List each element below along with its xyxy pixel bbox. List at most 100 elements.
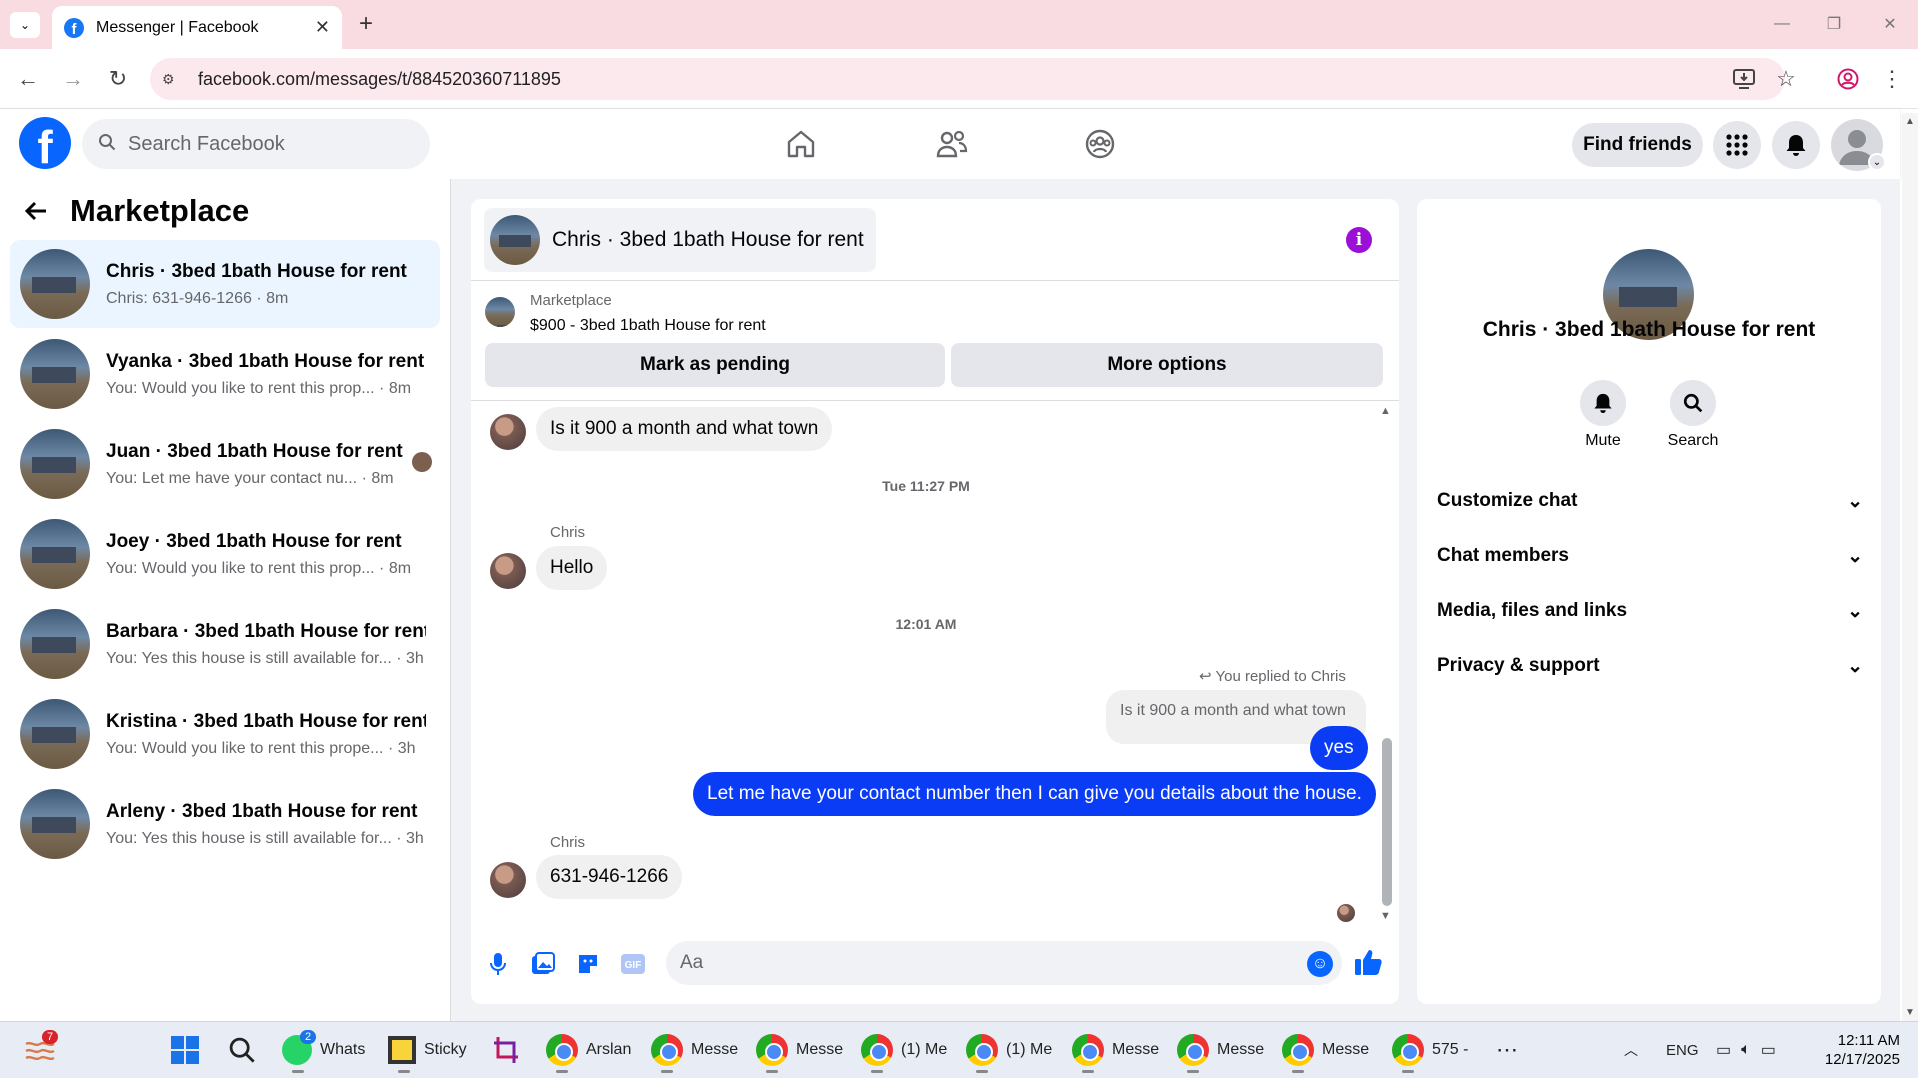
listing-thumbnail bbox=[490, 215, 540, 265]
incoming-message[interactable]: Hello bbox=[536, 546, 608, 590]
find-friends-button[interactable]: Find friends bbox=[1572, 123, 1703, 167]
emoji-icon[interactable]: ☺ bbox=[1307, 951, 1333, 977]
sender-avatar[interactable] bbox=[490, 862, 526, 898]
system-tray-chevron-icon[interactable]: ︿ bbox=[1624, 1030, 1638, 1070]
panel-title: Marketplace bbox=[70, 193, 250, 228]
conversation-item[interactable]: Vyanka · 3bed 1bath House for rent You: W… bbox=[10, 330, 440, 418]
tab-search-dropdown-icon[interactable]: ⌄ bbox=[10, 12, 40, 38]
chevron-down-icon: ⌄ bbox=[1847, 545, 1863, 567]
sender-avatar[interactable] bbox=[490, 553, 526, 589]
home-icon[interactable] bbox=[777, 120, 825, 168]
message-input[interactable]: Aa bbox=[666, 941, 1342, 985]
notifications-bell-icon[interactable] bbox=[1772, 121, 1820, 169]
close-window-icon[interactable]: ✕ bbox=[1870, 10, 1910, 38]
mark-as-pending-button[interactable]: Mark as pending bbox=[485, 343, 945, 387]
browser-menu-icon[interactable]: ⋮ bbox=[1876, 63, 1908, 95]
conversation-item[interactable]: Chris · 3bed 1bath House for rent Chris: … bbox=[10, 240, 440, 328]
language-indicator[interactable]: ENG bbox=[1666, 1030, 1699, 1070]
taskbar-app-label: Messe bbox=[1217, 1041, 1265, 1058]
mute-label[interactable]: Mute bbox=[1558, 432, 1648, 450]
taskbar-app-whatsapp[interactable]: Whats 2 bbox=[282, 1030, 365, 1073]
start-button[interactable] bbox=[170, 1030, 200, 1070]
outgoing-message[interactable]: Let me have your contact number then I c… bbox=[693, 772, 1376, 816]
section-title: Media, files and links bbox=[1437, 600, 1628, 621]
chrome-icon bbox=[1177, 1034, 1209, 1066]
conversation-item[interactable]: Kristina · 3bed 1bath House for rent You:… bbox=[10, 690, 440, 778]
seen-avatar bbox=[412, 452, 432, 472]
new-tab-button[interactable]: + bbox=[352, 10, 380, 38]
back-icon[interactable]: ← bbox=[12, 63, 44, 95]
profile-icon[interactable] bbox=[1832, 63, 1864, 95]
taskbar-search-icon[interactable] bbox=[228, 1030, 256, 1070]
taskbar-app-chrome[interactable]: Messe bbox=[756, 1030, 846, 1073]
taskbar-app-chrome[interactable]: Messe bbox=[651, 1030, 741, 1073]
tray-icons[interactable]: ▭ 🔈︎ ▭ bbox=[1716, 1030, 1776, 1070]
incoming-message[interactable]: 631-946-1266 bbox=[536, 855, 683, 899]
install-app-icon[interactable] bbox=[1728, 63, 1760, 95]
conversation-preview: You: Would you like to rent this prope..… bbox=[106, 739, 416, 757]
conversation-item[interactable]: Juan · 3bed 1bath House for rent You: Let… bbox=[10, 420, 440, 508]
taskbar-app-chrome[interactable]: (1) Me bbox=[861, 1030, 951, 1073]
chrome-icon bbox=[651, 1034, 683, 1066]
facebook-logo[interactable]: f bbox=[19, 117, 71, 169]
chrome-icon bbox=[1392, 1034, 1424, 1066]
clock[interactable]: 12:11 AM 12/17/2025 bbox=[1810, 1031, 1900, 1069]
like-thumb-icon[interactable] bbox=[1354, 948, 1386, 978]
microphone-icon[interactable] bbox=[484, 950, 512, 978]
customize-chat-section[interactable]: Customize chat ⌄ bbox=[1437, 481, 1863, 521]
conversation-item[interactable]: Arleny · 3bed 1bath House for rent You: Y… bbox=[10, 780, 440, 868]
listing-title[interactable]: $900 - 3bed 1bath House for rent bbox=[530, 317, 766, 335]
media-files-links-section[interactable]: Media, files and links ⌄ bbox=[1437, 591, 1863, 631]
outgoing-message[interactable]: yes bbox=[1310, 726, 1368, 770]
photo-icon[interactable] bbox=[529, 950, 557, 978]
close-tab-icon[interactable]: ✕ bbox=[315, 17, 330, 38]
chat-scroll-down-icon[interactable]: ▼ bbox=[1380, 910, 1391, 922]
reload-icon[interactable]: ↻ bbox=[102, 63, 134, 95]
chrome-icon bbox=[1072, 1034, 1104, 1066]
search-in-chat-icon[interactable] bbox=[1670, 380, 1716, 426]
taskbar-app-chrome[interactable]: 575 - bbox=[1392, 1030, 1482, 1073]
incoming-message[interactable]: Is it 900 a month and what town bbox=[536, 407, 833, 451]
taskbar-app-chrome[interactable]: Arslan bbox=[546, 1030, 636, 1073]
address-bar[interactable]: ⚙ facebook.com/messages/t/88452036071189… bbox=[150, 58, 1785, 100]
bookmark-star-icon[interactable]: ☆ bbox=[1770, 63, 1802, 95]
gif-icon[interactable]: GIF bbox=[619, 950, 647, 978]
facebook-search-input[interactable]: Search Facebook bbox=[82, 119, 430, 169]
search-label[interactable]: Search bbox=[1648, 432, 1738, 450]
forward-icon[interactable]: → bbox=[57, 63, 89, 95]
info-icon[interactable]: i bbox=[1346, 227, 1372, 253]
taskbar-app-chrome[interactable]: Messe bbox=[1282, 1030, 1372, 1073]
section-title: Chat members bbox=[1437, 545, 1569, 566]
sender-avatar[interactable] bbox=[490, 414, 526, 450]
snipping-tool-icon[interactable] bbox=[492, 1030, 522, 1070]
privacy-support-section[interactable]: Privacy & support ⌄ bbox=[1437, 646, 1863, 686]
taskbar-app-sticky[interactable]: Sticky bbox=[388, 1030, 476, 1073]
page-scrollbar[interactable]: ▲ ▼ bbox=[1902, 113, 1918, 1021]
conversation-item[interactable]: Joey · 3bed 1bath House for rent You: Wou… bbox=[10, 510, 440, 598]
scroll-up-icon[interactable]: ▲ bbox=[1905, 116, 1915, 127]
chat-scroll-up-icon[interactable]: ▲ bbox=[1380, 405, 1391, 417]
taskbar-app-chrome[interactable]: (1) Me bbox=[966, 1030, 1056, 1073]
back-arrow-icon[interactable] bbox=[24, 197, 48, 229]
taskbar-app-chrome[interactable]: Messe bbox=[1072, 1030, 1162, 1073]
conversation-item[interactable]: Barbara · 3bed 1bath House for rent You: … bbox=[10, 600, 440, 688]
restore-icon[interactable]: ❐ bbox=[1814, 10, 1854, 38]
sticker-icon[interactable] bbox=[574, 950, 602, 978]
site-info-icon[interactable]: ⚙ bbox=[162, 71, 184, 88]
scroll-down-icon[interactable]: ▼ bbox=[1905, 1007, 1915, 1018]
more-options-button[interactable]: More options bbox=[951, 343, 1383, 387]
browser-tab[interactable]: f Messenger | Facebook ✕ bbox=[52, 6, 342, 49]
chat-members-section[interactable]: Chat members ⌄ bbox=[1437, 536, 1863, 576]
chat-scrollbar[interactable] bbox=[1382, 738, 1392, 906]
mute-bell-icon[interactable] bbox=[1580, 380, 1626, 426]
weather-widget[interactable]: 7 bbox=[24, 1030, 59, 1070]
friends-icon[interactable] bbox=[928, 120, 976, 168]
groups-icon[interactable] bbox=[1076, 120, 1124, 168]
chat-header-button[interactable]: Chris · 3bed 1bath House for rent bbox=[484, 208, 876, 272]
account-chevron-icon[interactable]: ⌄ bbox=[1868, 153, 1886, 171]
minimize-icon[interactable]: — bbox=[1762, 10, 1802, 38]
menu-grid-icon[interactable] bbox=[1713, 121, 1761, 169]
taskbar-app-chrome[interactable]: Messe bbox=[1177, 1030, 1267, 1073]
listing-thumbnail[interactable] bbox=[485, 297, 515, 327]
more-apps-icon[interactable]: ⋯ bbox=[1496, 1030, 1518, 1070]
